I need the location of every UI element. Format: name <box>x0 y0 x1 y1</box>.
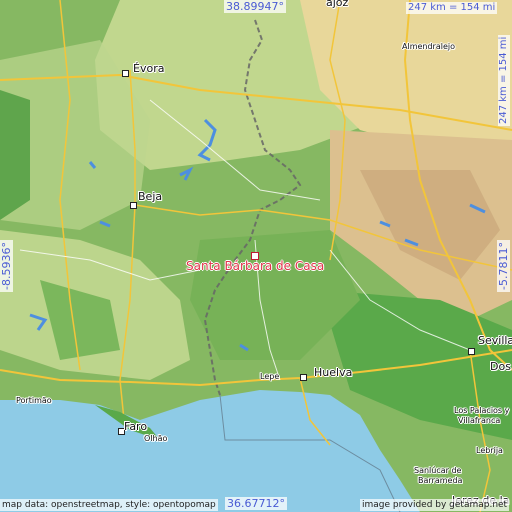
place-label-almendralejo: Almendralejo <box>402 42 456 51</box>
place-label-huelva: Huelva <box>314 366 353 379</box>
coord-bottom-label: 36.67712° <box>225 497 287 510</box>
focus-location-label[interactable]: Santa Bárbara de Casa <box>186 259 324 273</box>
place-label-beja: Beja <box>138 190 163 203</box>
place-label-sevilla: Sevilla <box>478 334 512 347</box>
place-label-villafranca: Villafranca <box>458 416 501 425</box>
beja-marker <box>130 202 137 209</box>
huelva-marker <box>300 374 307 381</box>
place-label-badajoz: ajoz <box>326 0 349 9</box>
place-label-evora: Évora <box>133 62 165 75</box>
place-label-los-palacios: Los Palacios y <box>454 406 510 415</box>
place-label-faro: Faro <box>124 420 148 433</box>
place-label-olhao: Olhão <box>144 434 168 443</box>
coord-left-label: -8.5936° <box>0 240 13 292</box>
place-label-lepe: Lepe <box>260 372 280 381</box>
sevilla-marker <box>468 348 475 355</box>
place-label-dos: Dos <box>490 360 511 373</box>
coord-top-label: 38.89947° <box>224 0 286 13</box>
provider-credits-label: image provided by getamap.net <box>360 499 510 511</box>
place-label-lebrija: Lebrija <box>476 446 503 455</box>
place-label-sanlucar: Sanlúcar de <box>414 466 462 475</box>
evora-marker <box>122 70 129 77</box>
scale-vertical-label: 247 km = 154 mi <box>498 34 510 126</box>
place-label-barrameda: Barrameda <box>418 476 463 485</box>
place-label-portimao: Portimão <box>16 396 52 405</box>
scale-horizontal-label: 247 km = 154 mi <box>406 2 498 14</box>
map-canvas[interactable]: Santa Bárbara de Casa Évora Almendralejo… <box>0 0 512 512</box>
coord-right-label: -5.7811° <box>497 240 510 292</box>
map-credits-label: map data: openstreetmap, style: opentopo… <box>0 499 218 511</box>
